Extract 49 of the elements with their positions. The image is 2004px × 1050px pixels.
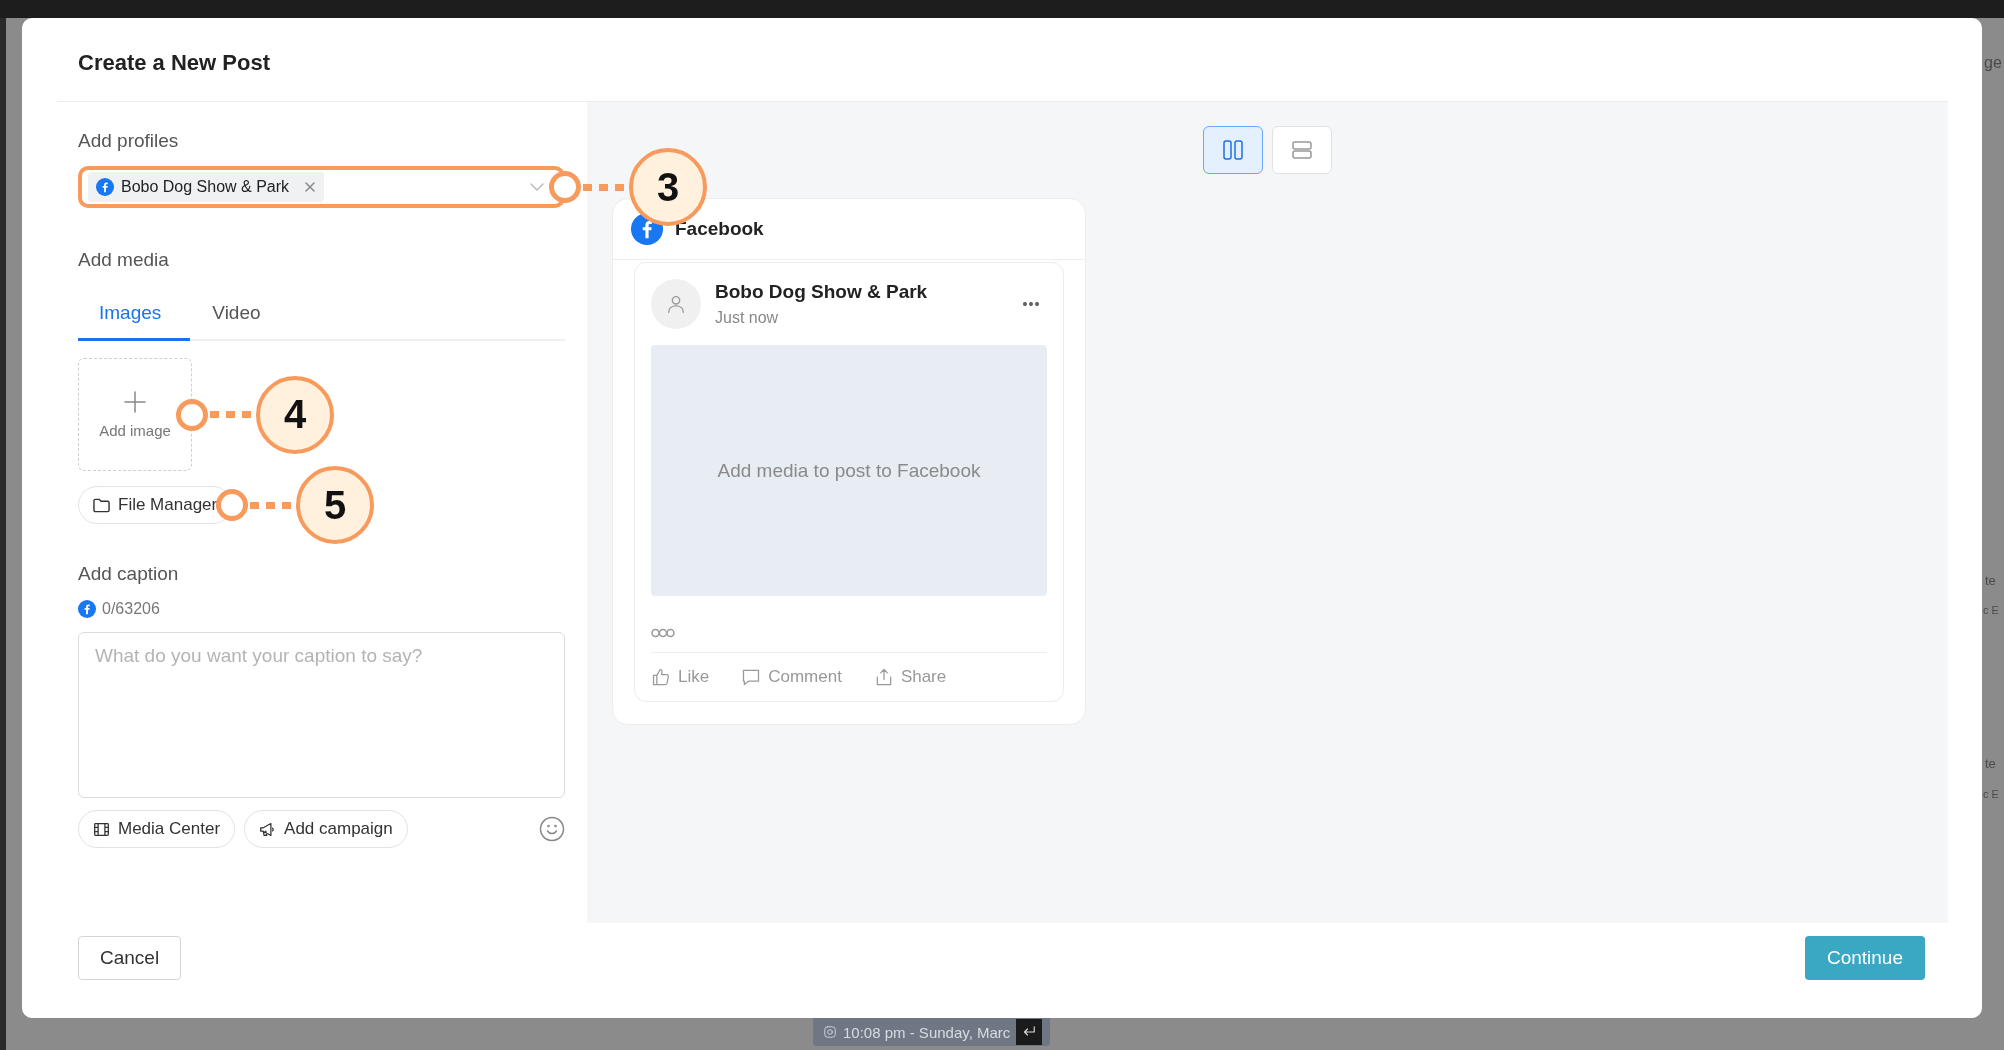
return-icon: [1016, 1019, 1043, 1045]
media-tab[interactable]: Images: [78, 290, 191, 341]
chip-label: Bobo Dog Show & Park: [121, 178, 290, 196]
layout-toggle[interactable]: [1203, 126, 1263, 174]
camera-icon: [823, 1025, 837, 1039]
profile-chip[interactable]: Bobo Dog Show & Park: [88, 172, 325, 202]
page-name: Bobo Dog Show & Park: [715, 281, 928, 303]
section-label: Add caption: [78, 562, 179, 586]
plus-icon: [123, 390, 147, 414]
comment-icon: [741, 667, 762, 687]
background-text: te: [1985, 573, 1996, 588]
facebook-icon: [631, 213, 663, 245]
add-image-label: Add image: [99, 422, 171, 439]
chevron-icon: [529, 182, 545, 192]
dialog-title: Create a New Post: [78, 48, 270, 76]
character-counter: 0/63206: [102, 600, 160, 618]
add-campaign-button[interactable]: Add campaign: [244, 810, 408, 848]
columns-icon: [1221, 138, 1245, 162]
callout-badge: 4: [256, 375, 334, 454]
person-icon: [665, 293, 687, 315]
caption-field[interactable]: What do you want your caption to say?: [78, 632, 565, 798]
media-center-button[interactable]: Media Center: [78, 810, 236, 848]
section-label: Add media: [78, 248, 169, 272]
remove-icon: [304, 181, 317, 193]
background-text: te: [1985, 756, 1996, 771]
time-text: 10:08 pm - Sunday, Marc: [843, 1023, 1011, 1041]
callout-ring: [549, 171, 581, 203]
rows-icon: [1290, 138, 1314, 162]
reactions-icon: [651, 628, 675, 638]
megaphone-icon: [259, 820, 277, 838]
callout-badge: 5: [296, 466, 375, 544]
cancel-button[interactable]: Cancel: [78, 936, 182, 980]
placeholder-text: Add media to post to Facebook: [717, 459, 981, 482]
section-label: Add profiles: [78, 129, 179, 153]
facebook-icon: [96, 178, 114, 196]
post-time: Just now: [715, 309, 780, 327]
background-text: ge: [1984, 54, 2002, 72]
folder-icon: [93, 497, 110, 513]
thumbs-up-icon: [651, 667, 671, 687]
background-text: c E: [1983, 788, 1999, 800]
callout-ring: [216, 489, 249, 521]
facebook-icon: [78, 600, 96, 618]
media-tab[interactable]: Video: [190, 290, 283, 341]
more-icon: [1023, 302, 1039, 306]
background-text: c E: [1983, 604, 1999, 616]
emoji-icon[interactable]: [539, 816, 565, 842]
film-icon: [93, 820, 110, 838]
callout-ring: [176, 398, 208, 431]
profile-select[interactable]: Bobo Dog Show & Park: [78, 166, 565, 208]
